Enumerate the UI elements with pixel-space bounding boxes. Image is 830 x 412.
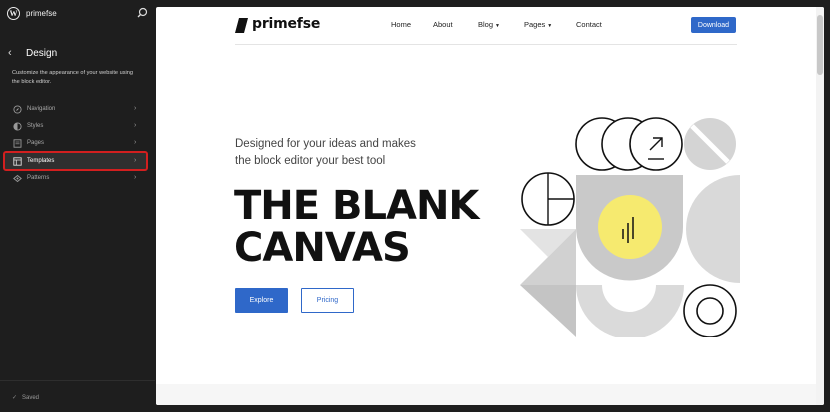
- menu-item-label: Blog: [478, 20, 494, 29]
- sidebar-item-templates[interactable]: Templates ›: [3, 151, 148, 171]
- chevron-right-icon: ›: [134, 139, 137, 146]
- menu-item-blog[interactable]: Blog ▼: [478, 20, 500, 29]
- sidebar-item-label: Styles: [27, 123, 44, 129]
- caret-down-icon: ▼: [547, 23, 553, 29]
- panel-title: Design: [26, 48, 58, 59]
- hero-subtitle-line: Designed for your ideas and makes: [235, 138, 416, 150]
- hero-subtitle-line: the block editor your best tool: [235, 155, 386, 167]
- site-name[interactable]: primefse: [26, 9, 57, 18]
- chevron-right-icon: ›: [134, 105, 137, 112]
- navigation-icon: [13, 104, 22, 114]
- hero-title-line: CANVAS: [234, 225, 411, 271]
- yellow-circle-shape: [598, 195, 662, 259]
- menu-item-pages[interactable]: Pages ▼: [524, 20, 552, 29]
- templates-icon: [13, 156, 22, 166]
- pages-icon: [13, 138, 22, 148]
- patterns-icon: [13, 174, 22, 183]
- gray-half-circle-shape: [686, 175, 740, 283]
- save-status: Saved: [22, 395, 40, 401]
- caret-down-icon: ▼: [495, 23, 500, 29]
- menu-item-about[interactable]: About: [433, 20, 453, 29]
- explore-button[interactable]: Explore: [235, 288, 288, 313]
- menu-item-contact[interactable]: Contact: [576, 20, 602, 29]
- pie-outline-shape: [521, 172, 575, 226]
- search-icon[interactable]: [135, 6, 149, 20]
- download-button[interactable]: Download: [691, 17, 736, 33]
- hero-title: THE BLANK CANVAS: [234, 185, 534, 269]
- triangle-shape: [520, 285, 576, 337]
- menu-item-home[interactable]: Home: [391, 20, 411, 29]
- site-header: primefse Home About Blog ▼ Pages ▼ Contact…: [235, 7, 737, 45]
- sidebar-item-patterns[interactable]: Patterns ›: [5, 170, 146, 186]
- cloud-check-icon: ✓: [12, 395, 18, 401]
- chevron-right-icon: ›: [134, 157, 137, 164]
- chevron-right-icon: ›: [134, 174, 137, 181]
- design-sidebar: W primefse ‹ Design Customize the appear…: [0, 0, 155, 412]
- hero-subtitle: Designed for your ideas and makes the bl…: [235, 136, 475, 170]
- sidebar-item-label: Pages: [27, 140, 45, 146]
- sidebar-topbar: W primefse: [0, 0, 155, 28]
- sidebar-item-label: Patterns: [27, 175, 50, 181]
- sidebar-item-styles[interactable]: Styles ›: [5, 118, 146, 134]
- sidebar-item-pages[interactable]: Pages ›: [5, 135, 146, 151]
- styles-icon: [13, 121, 22, 131]
- pricing-button[interactable]: Pricing: [301, 288, 354, 313]
- sidebar-item-label: Navigation: [27, 106, 56, 112]
- canvas-scrollbar-thumb[interactable]: [817, 15, 823, 75]
- next-section-band: [156, 384, 816, 405]
- chevron-right-icon: ›: [134, 122, 137, 129]
- back-chevron-icon[interactable]: ‹: [8, 47, 18, 59]
- hero-title-line: THE BLANK: [234, 183, 479, 229]
- panel-description: Customize the appearance of your website…: [12, 70, 133, 85]
- wordpress-logo-icon[interactable]: W: [7, 7, 20, 20]
- menu-item-label: Pages: [524, 20, 546, 29]
- sidebar-item-navigation[interactable]: Navigation ›: [5, 101, 146, 117]
- editor-canvas[interactable]: primefse Home About Blog ▼ Pages ▼ Contact…: [156, 7, 824, 405]
- hero-geometric-illustration: [520, 117, 740, 337]
- sidebar-footer: ✓ Saved: [0, 380, 155, 412]
- sidebar-item-label: Templates: [27, 158, 55, 164]
- site-editor: W primefse ‹ Design Customize the appear…: [0, 0, 830, 412]
- brand-logo-icon[interactable]: [235, 18, 248, 33]
- brand-name[interactable]: primefse: [252, 16, 320, 32]
